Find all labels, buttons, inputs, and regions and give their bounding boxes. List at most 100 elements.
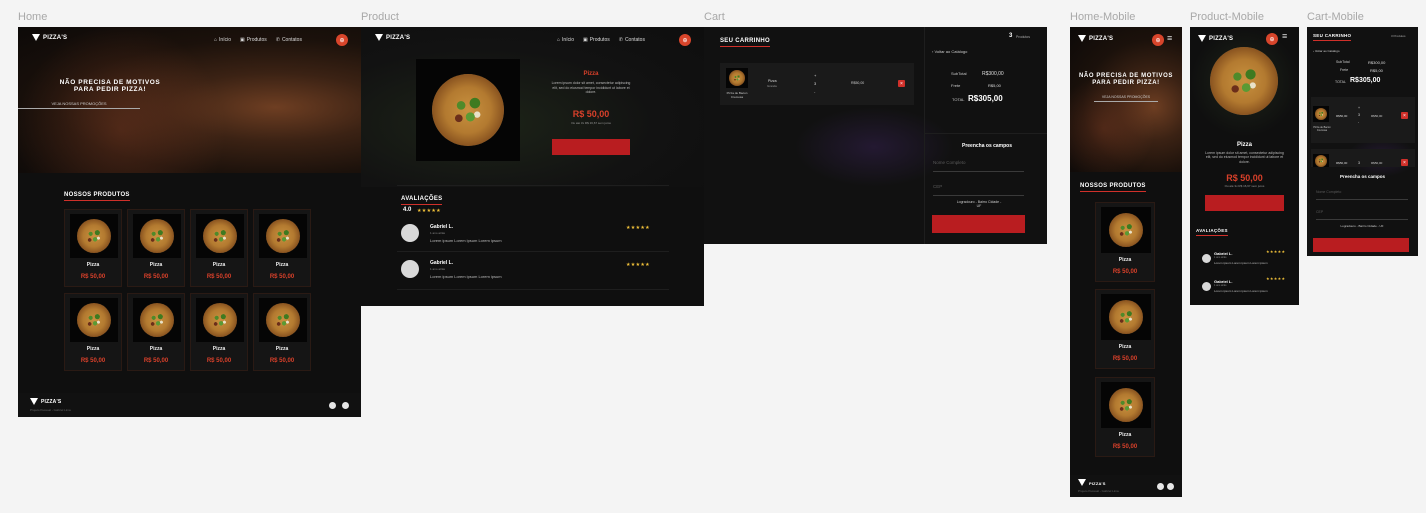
product-price: R$ 50,00 [206, 274, 232, 280]
home-icon: ⌂ [557, 37, 561, 43]
cart-item-name: Pizza de Bacon Cremosa [726, 91, 748, 99]
cart-item-name: Pizza de Bacon Cremosa [1313, 126, 1331, 132]
product-name: Pizza [275, 346, 289, 352]
cart-button[interactable]: ⊕ [679, 34, 691, 46]
logo[interactable]: PIZZA'S [375, 34, 410, 42]
hamburger-menu-icon[interactable]: ≡ [1167, 33, 1172, 43]
cart-icon: ⊕ [339, 37, 345, 44]
avatar [1202, 282, 1211, 291]
cart-item-image [726, 68, 748, 88]
product-price: R$ 50,00 [80, 358, 106, 364]
logo[interactable]: PIZZA'S [1078, 35, 1113, 43]
footer-logo: PIZZA'S Projeto Pessoal - Gabriel Lima [1078, 479, 1119, 493]
product-card[interactable]: Pizza R$ 50,00 [253, 209, 311, 287]
product-card[interactable]: Pizza R$ 50,00 [253, 293, 311, 371]
remove-item-button[interactable]: × [898, 80, 905, 87]
checkout-button[interactable] [1313, 238, 1409, 252]
github-icon[interactable] [342, 402, 349, 409]
back-to-catalog-link[interactable]: ‹ Voltar ao Catálogo [932, 49, 967, 54]
product-card[interactable]: Pizza R$ 50,00 [64, 293, 122, 371]
cart-item-row: Pizza de Bacon Cremosa R$50,00 + 3 - R$5… [1311, 97, 1415, 143]
qty-plus[interactable]: + [814, 73, 816, 78]
cart-button[interactable]: ⊕ [1152, 34, 1164, 46]
trash-icon: × [1403, 112, 1406, 119]
nav-inicio[interactable]: ⌂ Início [214, 37, 231, 43]
instagram-icon[interactable] [1157, 483, 1164, 490]
product-image [196, 298, 244, 342]
product-card[interactable]: Pizza R$ 50,00 [190, 293, 248, 371]
cep-input[interactable]: CEP [933, 184, 1024, 196]
review-text: Lorem ipsum Lorem ipsum Lorem ipsum [1214, 289, 1268, 293]
product-name: Pizza [86, 346, 100, 352]
review-text: Lorem ipsum Lorem ipsum Lorem ipsum [430, 238, 502, 243]
product-name: Pizza [86, 262, 100, 268]
qty-minus[interactable]: - [1358, 120, 1359, 124]
pizza-slice-icon [375, 34, 383, 42]
logo[interactable]: PIZZA'S [32, 34, 67, 42]
product-card[interactable]: Pizza R$ 50,00 [127, 293, 185, 371]
qty-minus[interactable]: - [814, 89, 815, 94]
review-text: Lorem ipsum Lorem ipsum Lorem ipsum [1214, 261, 1268, 265]
subtotal-label: SubTotal [951, 71, 967, 76]
address-text: Logradouro - Bairro Cidade - UF [956, 200, 1002, 208]
avatar [401, 224, 419, 242]
review-date: 1 ano atrás [1214, 284, 1227, 287]
nav-contatos[interactable]: ✆ Contatos [619, 37, 645, 43]
cep-input[interactable]: CEP [1316, 210, 1408, 220]
full-name-input[interactable]: Nome Completo [933, 160, 1024, 172]
add-to-cart-button[interactable] [1205, 195, 1284, 211]
logo[interactable]: PIZZA'S [1198, 35, 1233, 43]
cart-button[interactable]: ⊕ [336, 34, 348, 46]
nav-produtos[interactable]: ▣ Produtos [583, 37, 610, 43]
cart-item-image [1313, 106, 1329, 122]
main-nav: ⌂ Início ▣ Produtos ✆ Contatos [557, 37, 645, 43]
product-name: Pizza [149, 346, 163, 352]
checkout-button[interactable] [932, 215, 1025, 233]
github-icon[interactable] [1167, 483, 1174, 490]
product-price: R$ 50,00 [269, 358, 295, 364]
nav-contatos[interactable]: ✆ Contatos [276, 37, 302, 43]
product-card[interactable]: Pizza R$ 50,00 [1095, 202, 1155, 282]
qty-value: 3 [1358, 161, 1360, 165]
instagram-icon[interactable] [329, 402, 336, 409]
product-card[interactable]: Pizza R$ 50,00 [1095, 289, 1155, 369]
product-image [259, 214, 307, 258]
frame-label-home: Home [18, 11, 48, 23]
remove-item-button[interactable]: × [1401, 112, 1408, 119]
hamburger-menu-icon[interactable]: ≡ [1282, 31, 1287, 41]
social-links [1154, 477, 1174, 495]
remove-item-button[interactable]: × [1401, 159, 1408, 166]
add-to-cart-button[interactable] [552, 139, 630, 155]
nav-inicio[interactable]: ⌂ Início [557, 37, 574, 43]
product-name: Pizza [1118, 432, 1132, 438]
cart-icon: ⊕ [1269, 36, 1275, 43]
product-card[interactable]: Pizza R$ 50,00 [1095, 377, 1155, 457]
qty-plus[interactable]: + [1358, 106, 1360, 110]
hero-banner [18, 27, 361, 173]
rating-stars: ★★★★★ [417, 208, 441, 214]
trash-icon: × [900, 80, 903, 87]
full-name-input[interactable]: Nome Completo [1316, 190, 1408, 200]
product-image [70, 298, 118, 342]
form-title: Preencha os campos [961, 143, 1013, 149]
product-image [1101, 294, 1151, 340]
product-card[interactable]: Pizza R$ 50,00 [64, 209, 122, 287]
hero-promo-link[interactable]: VEJA NOSSAS PROMOÇÕES [1094, 95, 1158, 102]
hero-promo-link[interactable]: VEJA NOSSAS PROMOÇÕES [18, 101, 140, 109]
back-to-catalog-link[interactable]: ‹ Voltar ao Catálogo [1313, 49, 1340, 53]
product-name: Pizza [1118, 344, 1132, 350]
product-price: R$ 50,00 [1226, 173, 1263, 183]
product-card[interactable]: Pizza R$ 50,00 [190, 209, 248, 287]
product-mobile-frame: PIZZA'S ⊕ ≡ Pizza Lorem ipsum dolor sit … [1190, 27, 1299, 305]
product-installments: Ou até 3x R$ 16,67 sem juros [571, 121, 611, 125]
cart-button[interactable]: ⊕ [1266, 33, 1278, 45]
nav-produtos[interactable]: ▣ Produtos [240, 37, 267, 43]
footer: PIZZA'S Projeto Pessoal - Gabriel Lima [1070, 475, 1182, 497]
product-image [196, 214, 244, 258]
cart-count: 3 Produtos [1391, 34, 1406, 38]
review-date: 1 ano atrás [430, 267, 446, 271]
cart-item-image [1313, 154, 1329, 167]
product-card[interactable]: Pizza R$ 50,00 [127, 209, 185, 287]
product-image [70, 214, 118, 258]
footer: PIZZA'S Projeto Pessoal - Gabriel Lima [18, 393, 361, 417]
